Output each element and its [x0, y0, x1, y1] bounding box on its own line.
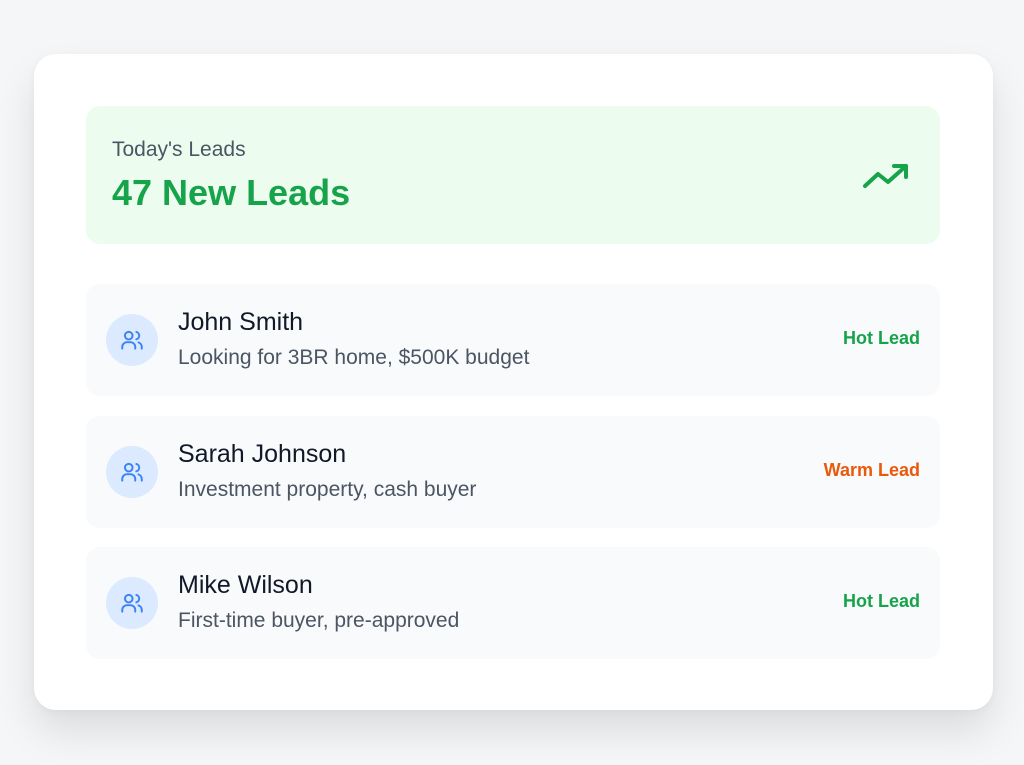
- avatar: [106, 314, 158, 366]
- avatar: [106, 577, 158, 629]
- trending-up-icon: [863, 164, 908, 188]
- lead-description: First-time buyer, pre-approved: [178, 609, 460, 632]
- lead-status-badge: Hot Lead: [842, 328, 920, 348]
- lead-row-mike-wilson[interactable]: Mike Wilson First-time buyer, pre-approv…: [86, 547, 940, 659]
- todays-leads-summary: Today's Leads 47 New Leads: [86, 106, 940, 244]
- lead-description: Looking for 3BR home, $500K budget: [178, 346, 530, 369]
- lead-name: Sarah Johnson: [178, 440, 347, 468]
- summary-label: Today's Leads: [112, 138, 246, 161]
- leads-card: Today's Leads 47 New Leads John Smith Lo…: [34, 54, 993, 710]
- lead-name: Mike Wilson: [178, 571, 313, 599]
- users-icon: [121, 593, 143, 613]
- avatar: [106, 446, 158, 498]
- lead-description: Investment property, cash buyer: [178, 478, 477, 501]
- lead-row-sarah-johnson[interactable]: Sarah Johnson Investment property, cash …: [86, 416, 940, 528]
- new-leads-count: 47 New Leads: [112, 172, 351, 213]
- lead-row-john-smith[interactable]: John Smith Looking for 3BR home, $500K b…: [86, 284, 940, 396]
- lead-status-badge: Warm Lead: [823, 460, 920, 480]
- users-icon: [121, 462, 143, 482]
- lead-status-badge: Hot Lead: [842, 591, 920, 611]
- users-icon: [121, 330, 143, 350]
- lead-name: John Smith: [178, 308, 304, 336]
